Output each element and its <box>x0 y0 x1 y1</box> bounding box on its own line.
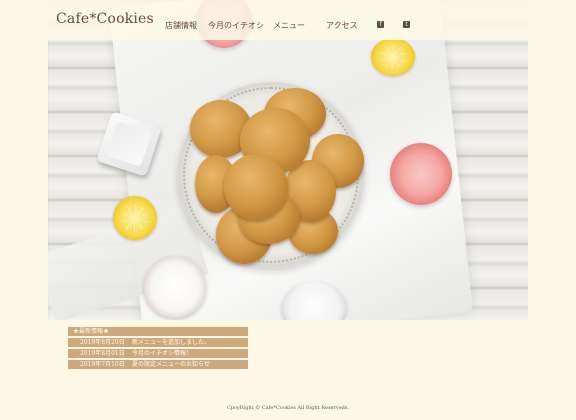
nav-item-access[interactable]: アクセス <box>326 20 358 31</box>
news-text[interactable]: 夏の限定メニューのお知らせ <box>132 360 210 369</box>
news-item[interactable]: 2019年7月10日 夏の限定メニューのお知らせ <box>68 360 248 369</box>
pink-glass <box>390 143 452 205</box>
news-title: ★最新情報★ <box>73 328 110 335</box>
facebook-icon[interactable]: f <box>377 21 384 28</box>
nav-item-store-info[interactable]: 店舗情報 <box>165 20 197 31</box>
news-item[interactable]: 2019年8月20日 新メニューを追加しました。 <box>68 338 248 347</box>
news-item[interactable]: 2019年8月01日 今月のイチオシ情報！ <box>68 349 248 358</box>
news-date: 2019年8月01日 <box>80 350 125 357</box>
twitter-icon[interactable]: t <box>403 21 410 28</box>
nav-item-monthly-pick[interactable]: 今月のイチオシ <box>208 20 264 31</box>
site-logo[interactable]: Cafe*Cookies <box>56 11 154 27</box>
news-header: ★最新情報★ <box>68 327 248 336</box>
news-text[interactable]: 今月のイチオシ情報！ <box>132 349 192 358</box>
lemon-slice <box>371 38 415 76</box>
news-date: 2019年8月20日 <box>80 339 125 346</box>
site-header: Cafe*Cookies 店舗情報 今月のイチオシ メニュー アクセス f t <box>48 0 528 40</box>
lemon-slice <box>113 196 157 240</box>
page: Cafe*Cookies 店舗情報 今月のイチオシ メニュー アクセス f t … <box>48 0 528 420</box>
news-list: ★最新情報★ 2019年8月20日 新メニューを追加しました。 2019年8月0… <box>68 327 248 371</box>
footer-copyright: CpoyRight © Cafe*Cookies All Right Reser… <box>226 405 350 411</box>
hero-image <box>48 0 528 320</box>
nav-item-menu[interactable]: メニュー <box>273 20 305 31</box>
milk-glass <box>144 256 206 318</box>
news-text[interactable]: 新メニューを追加しました。 <box>132 338 210 347</box>
cookie <box>224 154 288 220</box>
news-date: 2019年7月10日 <box>80 361 125 368</box>
